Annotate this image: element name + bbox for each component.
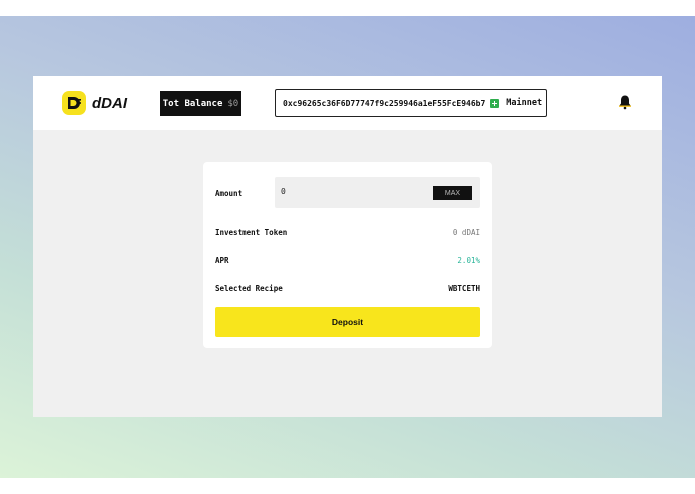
amount-field: MAX <box>275 177 480 208</box>
amount-label: Amount <box>215 189 243 198</box>
wallet-address-button[interactable]: 0xc96265c36F6D77747f9c259946a1eF55FcE946… <box>275 89 547 117</box>
top-bar: dDAI Tot Balance $0 0xc96265c36F6D77747f… <box>33 76 662 130</box>
network-name: Mainnet <box>506 98 543 108</box>
apr-value: 2.01% <box>457 256 480 265</box>
balance-label: Tot Balance <box>162 98 223 109</box>
wallet-address: 0xc96265c36F6D77747f9c259946a1eF55FcE946… <box>283 98 486 108</box>
investment-token-label: Investment Token <box>215 228 288 237</box>
bell-icon[interactable] <box>618 94 632 110</box>
max-button[interactable]: MAX <box>433 186 472 200</box>
logo[interactable]: dDAI <box>62 91 127 115</box>
total-balance-badge[interactable]: Tot Balance $0 <box>160 91 241 116</box>
logo-icon <box>62 91 86 115</box>
investment-token-value: 0 dDAI <box>452 228 480 237</box>
app-name: dDAI <box>92 94 127 112</box>
network-status-icon <box>490 98 500 108</box>
selected-recipe-value: WBTCETH <box>448 284 480 293</box>
selected-recipe-label: Selected Recipe <box>215 284 283 293</box>
deposit-card: Amount MAX Investment Token 0 dDAI APR 2… <box>203 162 492 348</box>
amount-input[interactable] <box>281 183 421 199</box>
balance-value: $0 <box>227 98 239 109</box>
app-window: dDAI Tot Balance $0 0xc96265c36F6D77747f… <box>33 76 662 417</box>
deposit-button[interactable]: Deposit <box>215 307 480 337</box>
apr-label: APR <box>215 256 229 265</box>
